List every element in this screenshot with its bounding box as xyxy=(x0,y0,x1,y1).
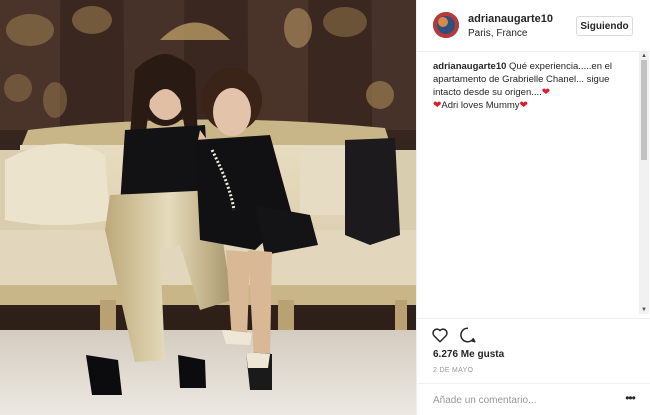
likes-count[interactable]: 6.276 Me gusta xyxy=(433,349,504,360)
speech-bubble-icon[interactable] xyxy=(459,326,477,344)
caption-username[interactable]: adrianaugarte10 xyxy=(433,61,506,72)
following-button[interactable]: Siguiendo xyxy=(576,16,633,36)
heart-outline-icon[interactable] xyxy=(431,326,449,344)
caption-scrollbar[interactable]: ▲ ▼ xyxy=(639,52,649,314)
scroll-up-arrow-icon[interactable]: ▲ xyxy=(639,52,649,60)
post-date: 2 DE MAYO xyxy=(433,367,474,374)
location[interactable]: Paris, France xyxy=(468,28,527,39)
caption-line2: Adri loves Mummy xyxy=(441,100,520,111)
red-heart-emoji-icon: ❤ xyxy=(519,100,528,111)
ellipsis-icon[interactable]: ••• xyxy=(622,392,638,405)
action-bar xyxy=(417,318,650,353)
post-photo[interactable] xyxy=(0,0,416,415)
username[interactable]: adrianaugarte10 xyxy=(468,13,553,25)
post-sidebar: adrianaugarte10 Paris, France Siguiendo … xyxy=(416,0,650,415)
red-heart-emoji-icon: ❤ xyxy=(541,87,551,98)
comment-input[interactable] xyxy=(433,393,603,407)
scroll-down-arrow-icon[interactable]: ▼ xyxy=(639,306,649,314)
post-header: adrianaugarte10 Paris, France Siguiendo xyxy=(417,0,650,52)
scroll-thumb[interactable] xyxy=(641,60,647,160)
caption: adrianaugarte10 Qué experiencia.....en e… xyxy=(433,60,629,112)
avatar[interactable] xyxy=(433,12,459,38)
comment-bar: ••• xyxy=(417,383,650,415)
